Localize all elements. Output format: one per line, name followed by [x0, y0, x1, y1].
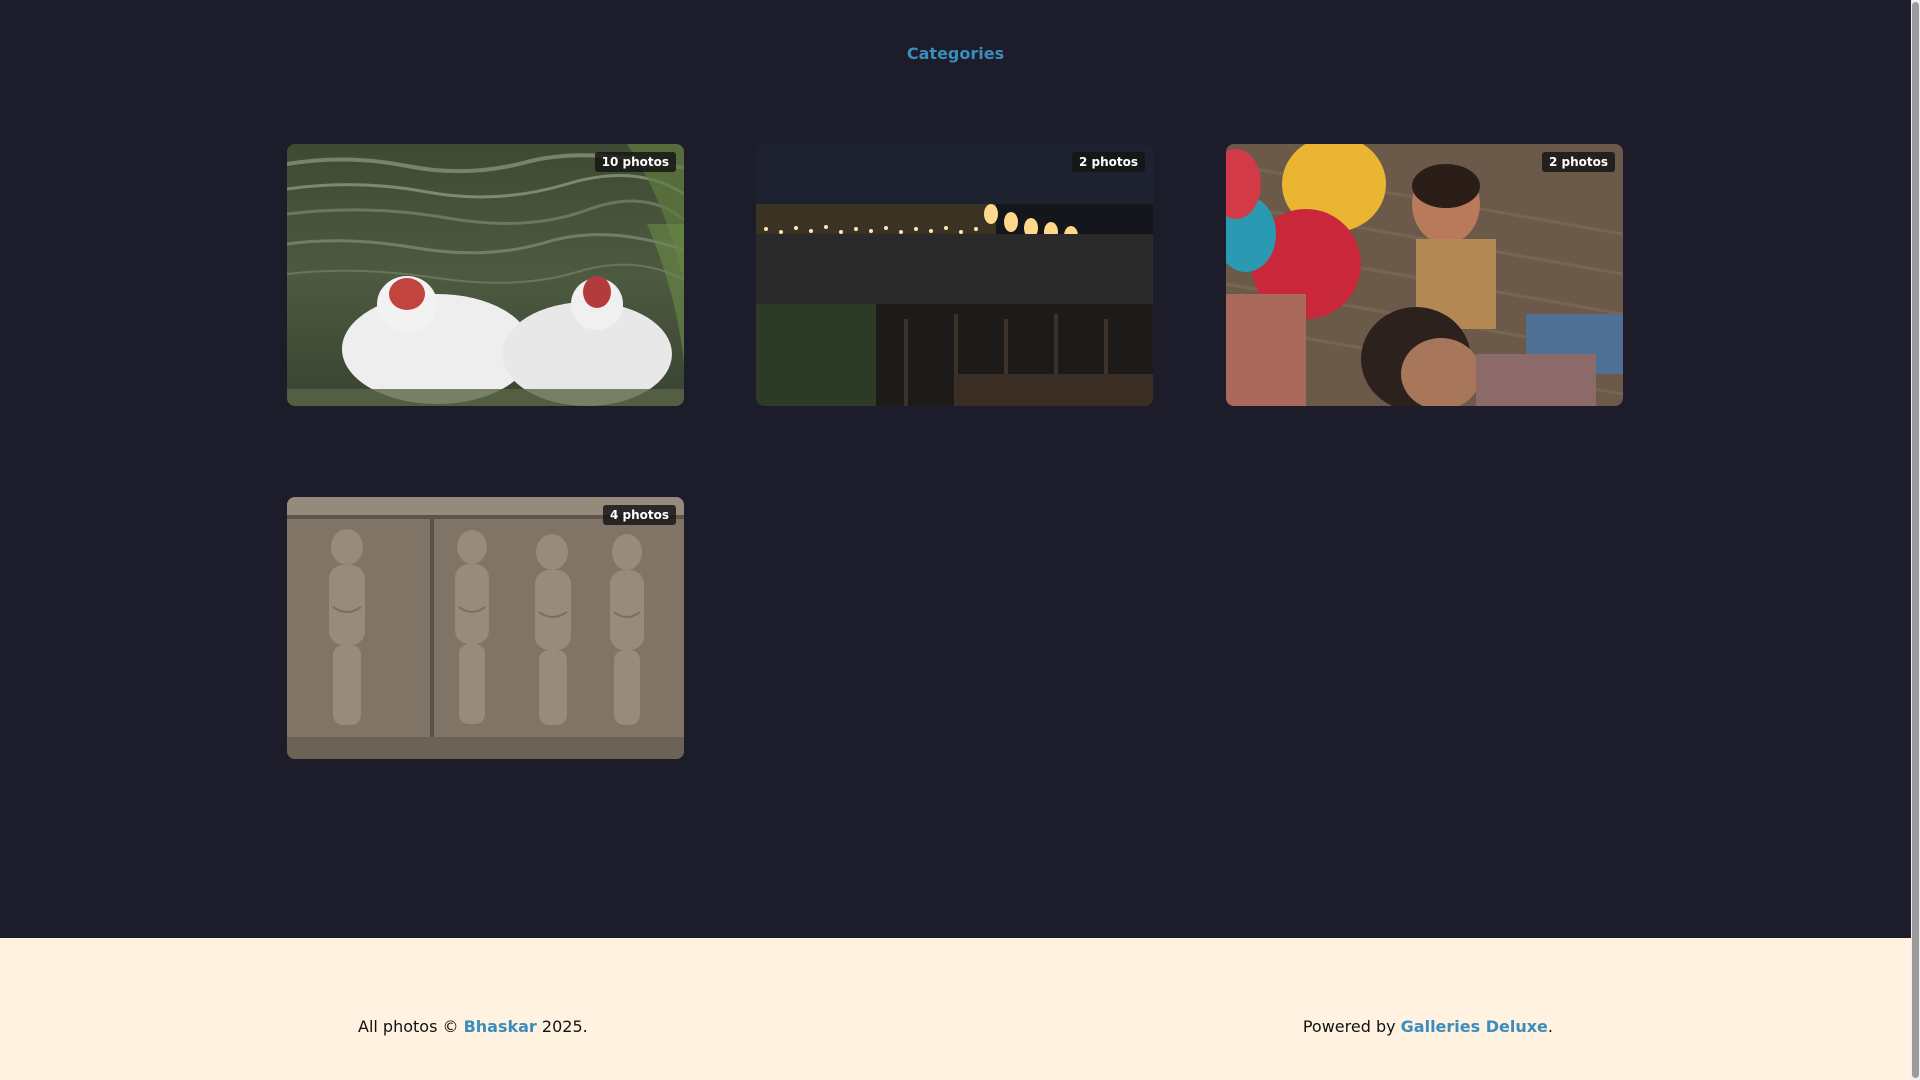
vertical-scrollbar[interactable]: [1911, 0, 1920, 1080]
author-link[interactable]: Bhaskar: [464, 1017, 537, 1036]
galleries-deluxe-link[interactable]: Galleries Deluxe: [1401, 1017, 1548, 1036]
powered-by-suffix: .: [1547, 1017, 1553, 1036]
album-card-celebration[interactable]: 2 photos: [1226, 144, 1623, 406]
copyright-suffix: 2025.: [536, 1017, 588, 1036]
album-thumbnail-restaurant: [756, 144, 1153, 406]
powered-by-prefix: Powered by: [1302, 1017, 1401, 1036]
main-content: Categories 10 photos 2 photos 2 photos 4…: [0, 0, 1911, 938]
album-thumbnail-sculpture: [287, 497, 684, 759]
photo-count-badge: 4 photos: [602, 505, 676, 525]
powered-by-text: Powered by Galleries Deluxe.: [1303, 1017, 1553, 1036]
copyright-text: All photos © Bhaskar 2025.: [358, 1017, 588, 1036]
footer: All photos © Bhaskar 2025. Powered by Ga…: [0, 938, 1911, 1080]
album-card-restaurant[interactable]: 2 photos: [756, 144, 1153, 406]
album-card-ducks[interactable]: 10 photos: [287, 144, 684, 406]
photo-count-badge: 2 photos: [1541, 152, 1615, 172]
photo-count-badge: 2 photos: [1071, 152, 1145, 172]
viewport: Categories 10 photos 2 photos 2 photos 4…: [0, 0, 1920, 1080]
categories-link[interactable]: Categories: [0, 44, 1911, 63]
album-thumbnail-celebration: [1226, 144, 1623, 406]
copyright-prefix: All photos ©: [358, 1017, 464, 1036]
scrollbar-thumb[interactable]: [1912, 2, 1919, 1078]
photo-count-badge: 10 photos: [594, 152, 676, 172]
album-card-sculpture[interactable]: 4 photos: [287, 497, 684, 759]
page: Categories 10 photos 2 photos 2 photos 4…: [0, 0, 1911, 1080]
album-thumbnail-ducks: [287, 144, 684, 406]
